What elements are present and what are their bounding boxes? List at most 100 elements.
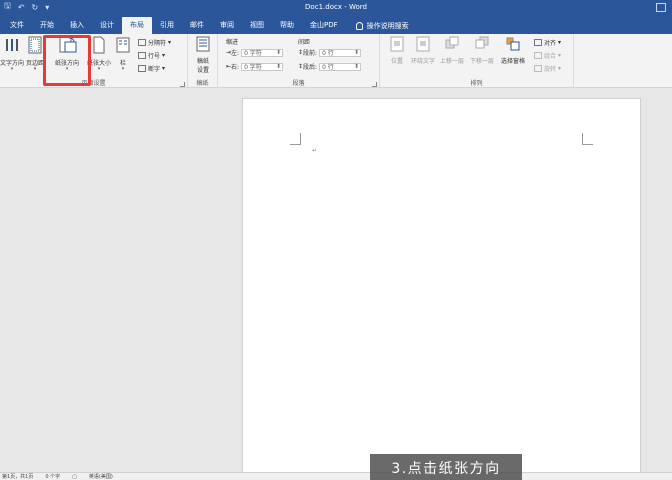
position-button[interactable]: 位置: [386, 36, 408, 65]
customize-toolbar-icon[interactable]: ▾: [45, 3, 49, 12]
wrap-text-button[interactable]: 环绕文字: [410, 36, 436, 65]
indent-header: 缩进: [226, 39, 239, 46]
paragraph-dialog-launcher-icon[interactable]: [372, 82, 377, 87]
tab-view[interactable]: 视图: [242, 17, 272, 34]
tab-design[interactable]: 设计: [92, 17, 122, 34]
columns-button[interactable]: 栏 ▾: [114, 36, 132, 72]
chevron-down-icon: ▾: [558, 52, 562, 59]
chevron-down-icon: ▾: [168, 39, 172, 46]
align-button[interactable]: 对齐 ▾: [534, 38, 561, 47]
arrange-group-label: 排列: [470, 80, 483, 87]
indent-right-input[interactable]: 0 字符: [241, 62, 284, 71]
spacing-before-input[interactable]: 0 行: [319, 48, 362, 57]
group-label: 组合: [544, 53, 557, 60]
spacing-after-label: 段后:: [303, 64, 318, 71]
window-title: Doc1.docx - Word: [305, 3, 367, 11]
page-setup-dialog-launcher-icon[interactable]: [180, 82, 185, 87]
ribbon-display-options-button[interactable]: [650, 0, 672, 14]
chevron-down-icon: ▾: [558, 39, 562, 46]
chevron-down-icon: ▾: [558, 65, 562, 72]
save-icon[interactable]: 🖫: [4, 0, 11, 14]
chevron-down-icon: ▾: [162, 52, 166, 59]
bring-forward-label: 上移一层: [439, 58, 464, 65]
selection-pane-button[interactable]: 选择窗格: [498, 36, 528, 65]
chevron-down-icon: ▾: [121, 66, 125, 72]
wrap-text-label: 环绕文字: [410, 58, 435, 65]
tab-kingsoft-pdf[interactable]: 金山PDF: [302, 17, 346, 34]
wrap-text-icon: [416, 36, 430, 52]
subtitle-caption: 3.点击纸张方向: [370, 454, 522, 480]
position-label: 位置: [390, 58, 403, 65]
tab-references[interactable]: 引用: [152, 17, 182, 34]
selection-pane-icon: [506, 37, 520, 51]
group-arrange: 位置 环绕文字 上移一层 下移一层 选择窗格 对齐 ▾ 组合 ▾ 旋转 ▾ 排列: [380, 34, 574, 88]
chevron-down-icon: ▾: [162, 65, 166, 72]
bring-forward-icon: [445, 36, 459, 49]
spacing-before-label: 段前:: [303, 50, 318, 57]
title-bar: 🖫 ↶ ↻ ▾ Doc1.docx - Word: [0, 0, 672, 14]
tab-review[interactable]: 审阅: [212, 17, 242, 34]
manuscript-icon: [196, 36, 210, 52]
tab-layout[interactable]: 布局: [122, 17, 152, 34]
tell-me-search[interactable]: 操作说明搜索: [346, 17, 409, 34]
breaks-label: 分隔符: [148, 40, 167, 47]
line-numbers-icon: [138, 52, 146, 59]
spacing-header: 间距: [298, 39, 311, 46]
paragraph-mark-icon: ↵: [312, 147, 318, 154]
proofing-icon[interactable]: ▢: [72, 474, 77, 480]
text-direction-icon: [6, 39, 18, 51]
crop-mark-top-left: [290, 133, 301, 145]
rotate-label: 旋转: [544, 66, 557, 73]
ribbon-tab-bar: 文件 开始 插入 设计 布局 引用 邮件 审阅 视图 帮助 金山PDF 操作说明…: [0, 14, 672, 34]
ribbon: 文字方向 ▾ 页边距 ▾ 纸张方向 ▾ 纸张大小 ▾ 栏 ▾ 分隔符 ▾ 行号 …: [0, 34, 672, 88]
group-manuscript: 稿纸 设置 稿纸: [188, 34, 218, 88]
line-numbers-button[interactable]: 行号 ▾: [138, 51, 165, 60]
group-page-setup: 文字方向 ▾ 页边距 ▾ 纸张方向 ▾ 纸张大小 ▾ 栏 ▾ 分隔符 ▾ 行号 …: [0, 34, 188, 88]
spacing-after-input[interactable]: 0 行: [319, 62, 362, 71]
margins-icon: [28, 36, 42, 54]
undo-icon[interactable]: ↶: [18, 3, 25, 12]
tab-home[interactable]: 开始: [32, 17, 62, 34]
paper-size-icon: [93, 36, 105, 54]
text-direction-button[interactable]: 文字方向 ▾: [0, 36, 24, 72]
rotate-button[interactable]: 旋转 ▾: [534, 64, 561, 73]
indent-left-input[interactable]: 0 字符: [241, 48, 284, 57]
lightbulb-icon: [355, 21, 363, 30]
ribbon-display-icon: [656, 2, 666, 12]
bring-forward-button[interactable]: 上移一层: [438, 36, 466, 65]
columns-icon: [116, 37, 130, 53]
chevron-down-icon: ▾: [10, 66, 14, 72]
spacing-before-control: ↕ 段前: 0 行: [298, 48, 362, 57]
tab-mailings[interactable]: 邮件: [182, 17, 212, 34]
status-word-count[interactable]: 0 个字: [45, 473, 60, 480]
manuscript-label-line2: 设置: [196, 67, 209, 74]
status-language[interactable]: 英语(美国): [89, 473, 113, 480]
tab-help[interactable]: 帮助: [272, 17, 302, 34]
tab-insert[interactable]: 插入: [62, 17, 92, 34]
align-label: 对齐: [544, 40, 557, 47]
window-controls: [650, 0, 672, 14]
group-icon: [534, 52, 542, 59]
document-page[interactable]: [242, 98, 641, 480]
indent-right-control: ⇤ 右: 0 字符: [226, 62, 284, 71]
hyphenation-button[interactable]: 断字 ▾: [138, 64, 165, 73]
tab-file[interactable]: 文件: [2, 17, 32, 34]
status-page-count[interactable]: 第1页，共1页: [2, 473, 33, 480]
quick-access-toolbar: 🖫 ↶ ↻ ▾: [0, 0, 49, 14]
hyphenation-label: 断字: [148, 66, 161, 73]
manuscript-label-line1: 稿纸: [196, 58, 209, 65]
indent-right-label: 右:: [231, 64, 240, 71]
position-icon: [390, 36, 404, 52]
selection-pane-label: 选择窗格: [500, 58, 525, 65]
breaks-button[interactable]: 分隔符 ▾: [138, 38, 171, 47]
send-backward-button[interactable]: 下移一层: [468, 36, 496, 65]
rotate-icon: [534, 65, 542, 72]
manuscript-settings-button[interactable]: 稿纸 设置: [190, 36, 216, 74]
orientation-highlight-box: [43, 35, 91, 86]
hyphenation-icon: [138, 65, 146, 72]
indent-left-control: ⇥ 左: 0 字符: [226, 48, 284, 57]
redo-icon[interactable]: ↻: [32, 3, 39, 12]
tell-me-label: 操作说明搜索: [366, 21, 409, 30]
group-button[interactable]: 组合 ▾: [534, 51, 561, 60]
send-backward-icon: [475, 36, 489, 49]
